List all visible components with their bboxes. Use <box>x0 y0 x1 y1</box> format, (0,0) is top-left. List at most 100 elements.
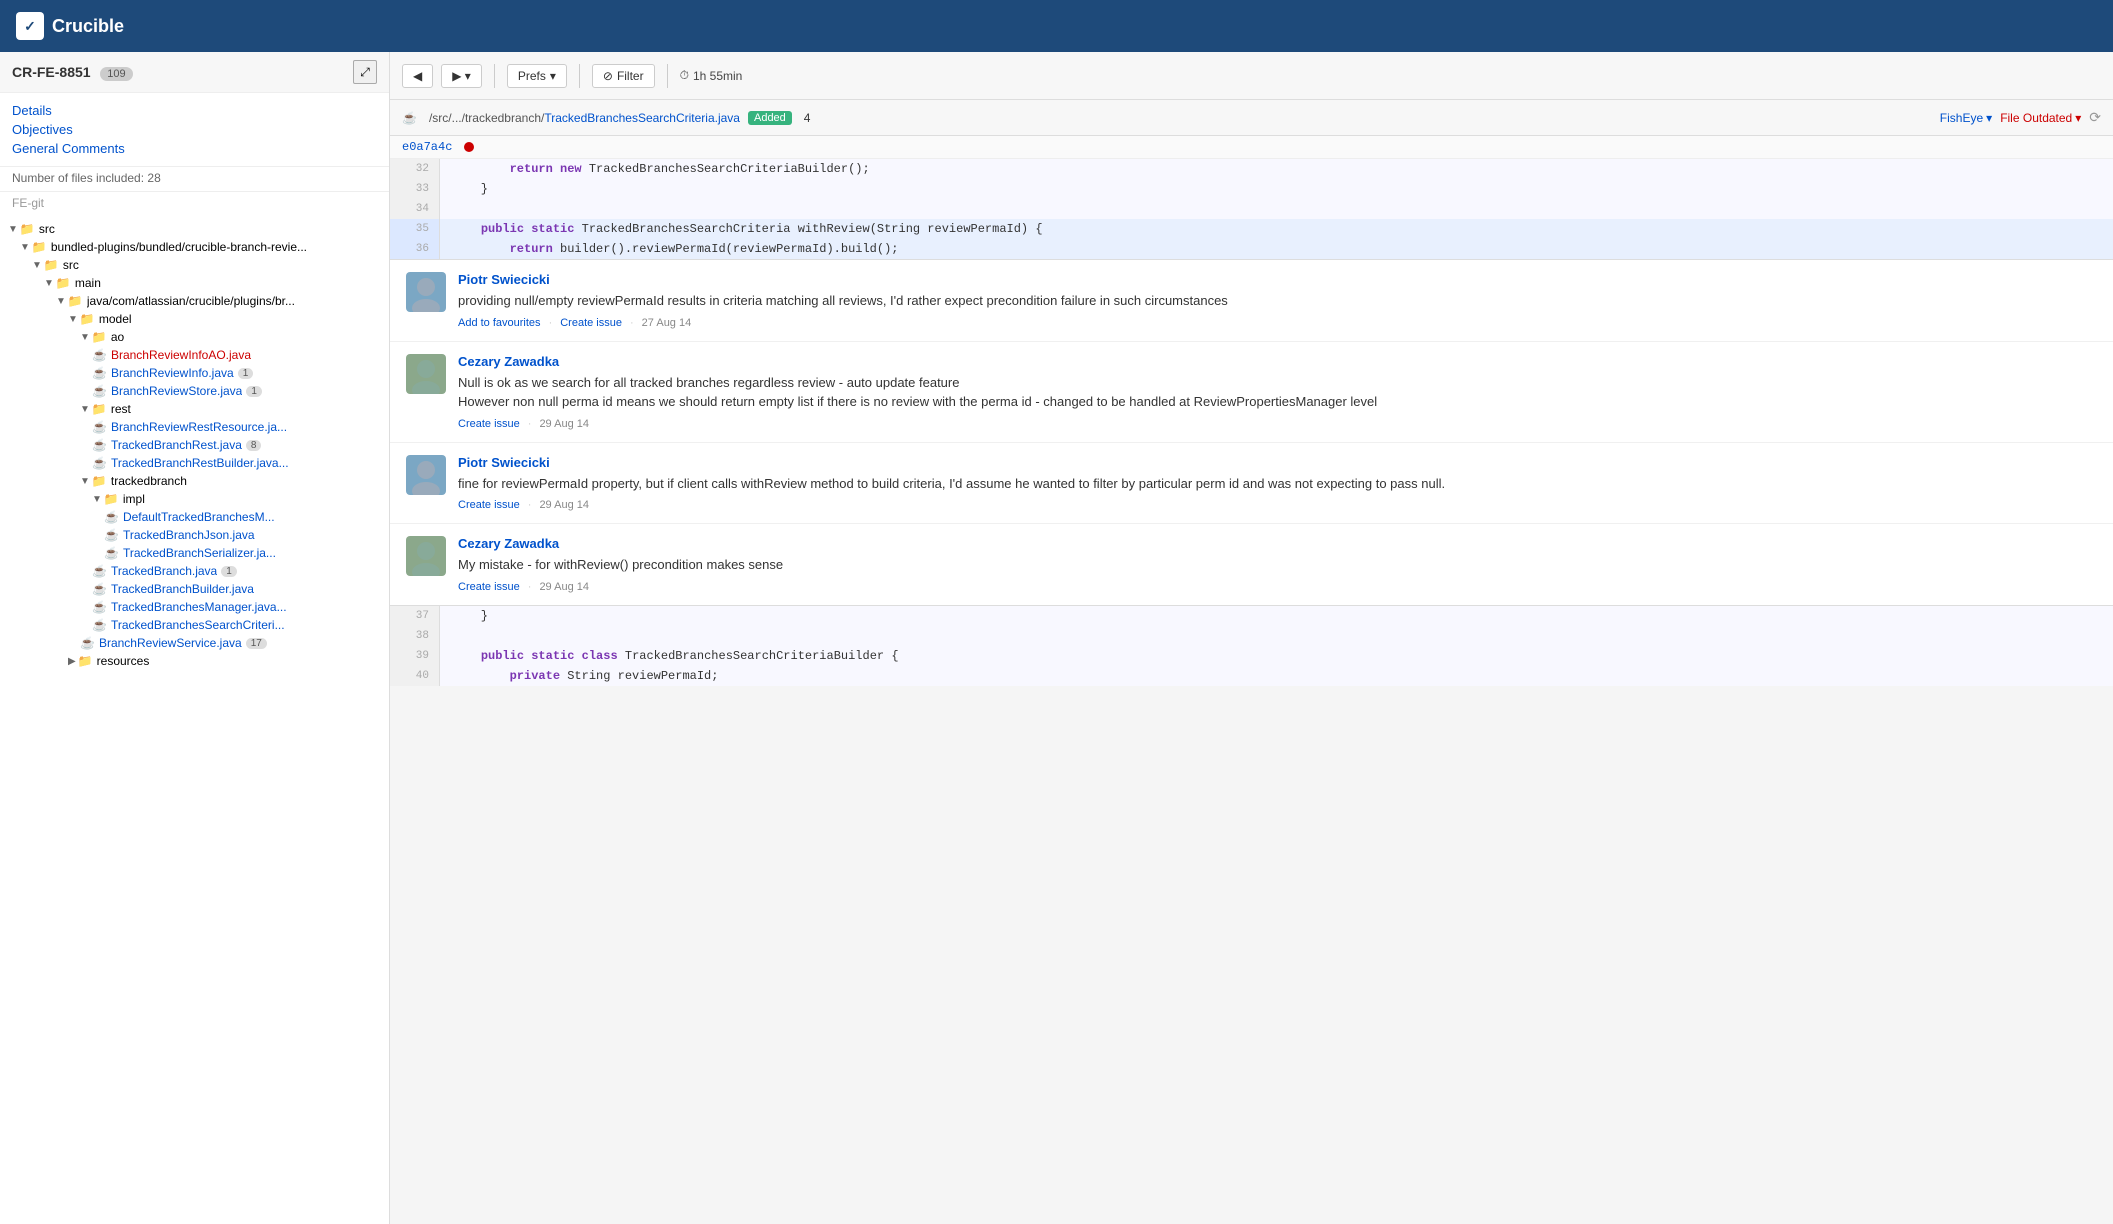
top-code-container: e0a7a4c 32 return new TrackedBranchesSea… <box>390 136 2113 259</box>
line-content: private String reviewPermaId; <box>440 666 2113 686</box>
line-content: return new TrackedBranchesSearchCriteria… <box>440 159 2113 179</box>
tree-item-trackedbranchrest[interactable]: ☕ TrackedBranchRest.java 8 <box>0 436 389 454</box>
next-dropdown-button[interactable]: ▶ ▾ <box>441 64 482 88</box>
folder-icon: 📁 <box>32 240 47 254</box>
prev-button[interactable]: ◀ <box>402 64 433 88</box>
file-tree: ▼ 📁 src ▼ 📁 bundled-plugins/bundled/cruc… <box>0 214 389 1224</box>
tree-item-branchreviewrest[interactable]: ☕ BranchReviewRestResource.ja... <box>0 418 389 436</box>
commit-hash-row: e0a7a4c <box>390 136 2113 159</box>
tree-label: main <box>75 276 101 290</box>
cr-badge: 109 <box>100 67 132 81</box>
comment-count: 4 <box>804 111 811 125</box>
tree-item-trackedbranch[interactable]: ☕ TrackedBranch.java 1 <box>0 562 389 580</box>
top-nav: ✓ Crucible <box>0 0 2113 52</box>
content-area: ◀ ▶ ▾ Prefs ▾ ⊘ Filter ⏱ 1h 55min ☕ <box>390 52 2113 1224</box>
tree-item-trackedbranchessearchcriteria[interactable]: ☕ TrackedBranchesSearchCriteri... <box>0 616 389 634</box>
nav-details[interactable]: Details <box>12 101 377 120</box>
file-outdated-button[interactable]: File Outdated ▾ <box>2000 111 2081 125</box>
create-issue-link-4[interactable]: Create issue <box>458 581 520 593</box>
tree-item-impl[interactable]: ▼ 📁 impl <box>0 490 389 508</box>
tree-item-main[interactable]: ▼ 📁 main <box>0 274 389 292</box>
folder-icon: 📁 <box>92 474 107 488</box>
comment-item-1: Piotr Swiecicki providing null/empty rev… <box>390 260 2113 342</box>
added-badge: Added <box>748 111 792 125</box>
tree-item-trackedbranchrestbuilder[interactable]: ☕ TrackedBranchRestBuilder.java... <box>0 454 389 472</box>
line-content <box>440 626 2113 646</box>
code-line-36: 36 return builder().reviewPermaId(review… <box>390 239 2113 259</box>
filter-button[interactable]: ⊘ Filter <box>592 64 655 88</box>
tree-label: TrackedBranchBuilder.java <box>111 582 254 596</box>
code-line-39: 39 public static class TrackedBranchesSe… <box>390 646 2113 666</box>
folder-icon: 📁 <box>78 654 93 668</box>
comment-date-1: 27 Aug 14 <box>642 317 692 329</box>
comment-date-3: 29 Aug 14 <box>539 499 589 511</box>
create-issue-link-3[interactable]: Create issue <box>458 499 520 511</box>
tree-item-branchreviewstore[interactable]: ☕ BranchReviewStore.java 1 <box>0 382 389 400</box>
expand-icon: ▼ <box>56 296 66 307</box>
tree-item-trackedbranchbuilder[interactable]: ☕ TrackedBranchBuilder.java <box>0 580 389 598</box>
folder-icon: 📁 <box>104 492 119 506</box>
line-number: 33 <box>390 179 440 199</box>
sidebar: CR-FE-8851 109 ⤢ Details Objectives Gene… <box>0 52 390 1224</box>
filter-icon: ⊘ <box>603 69 613 83</box>
tree-item-java-pkg[interactable]: ▼ 📁 java/com/atlassian/crucible/plugins/… <box>0 292 389 310</box>
line-number: 39 <box>390 646 440 666</box>
line-content: } <box>440 606 2113 626</box>
prefs-dropdown-icon: ▾ <box>550 69 556 83</box>
tree-item-branchreviewinfo[interactable]: ☕ BranchReviewInfo.java 1 <box>0 364 389 382</box>
comment-author-2[interactable]: Cezary Zawadka <box>458 354 2097 369</box>
create-issue-link-1[interactable]: Create issue <box>560 317 622 329</box>
comment-author-1[interactable]: Piotr Swiecicki <box>458 272 2097 287</box>
java-file-icon: ☕ <box>104 546 119 560</box>
nav-objectives[interactable]: Objectives <box>12 120 377 139</box>
tree-item-src2[interactable]: ▼ 📁 src <box>0 256 389 274</box>
expand-icon: ▼ <box>20 242 30 253</box>
app-logo: ✓ Crucible <box>16 12 124 40</box>
tree-item-ao[interactable]: ▼ 📁 ao <box>0 328 389 346</box>
folder-icon: 📁 <box>92 402 107 416</box>
comment-author-4[interactable]: Cezary Zawadka <box>458 536 2097 551</box>
tree-item-branchreviewinfao[interactable]: ☕ BranchReviewInfoAO.java <box>0 346 389 364</box>
tree-item-trackedbranchserializer[interactable]: ☕ TrackedBranchSerializer.ja... <box>0 544 389 562</box>
java-file-icon: ☕ <box>104 510 119 524</box>
comment-body-2: Cezary Zawadka Null is ok as we search f… <box>458 354 2097 430</box>
tree-item-trackedbranchjson[interactable]: ☕ TrackedBranchJson.java <box>0 526 389 544</box>
code-line-40: 40 private String reviewPermaId; <box>390 666 2113 686</box>
fisheye-button[interactable]: FishEye ▾ <box>1940 111 1992 125</box>
prefs-label: Prefs <box>518 69 546 83</box>
comment-author-3[interactable]: Piotr Swiecicki <box>458 455 2097 470</box>
tree-item-bundled[interactable]: ▼ 📁 bundled-plugins/bundled/crucible-bra… <box>0 238 389 256</box>
bottom-code-container: 37 } 38 39 public static class TrackedBr… <box>390 606 2113 686</box>
filter-label: Filter <box>617 69 644 83</box>
code-line-37: 37 } <box>390 606 2113 626</box>
tree-item-src[interactable]: ▼ 📁 src <box>0 220 389 238</box>
tree-badge: 8 <box>246 440 262 451</box>
tree-item-model[interactable]: ▼ 📁 model <box>0 310 389 328</box>
sync-icon[interactable]: ⟳ <box>2089 109 2101 126</box>
tree-item-rest[interactable]: ▼ 📁 rest <box>0 400 389 418</box>
folder-icon: 📁 <box>68 294 83 308</box>
toolbar-separator3 <box>667 64 668 88</box>
tree-label: BranchReviewInfoAO.java <box>111 348 251 362</box>
java-file-icon: ☕ <box>104 528 119 542</box>
tree-label: ao <box>111 330 124 344</box>
comment-text-4: My mistake - for withReview() preconditi… <box>458 555 2097 575</box>
expand-button[interactable]: ⤢ <box>353 60 377 84</box>
tree-item-resources[interactable]: ▶ 📁 resources <box>0 652 389 670</box>
folder-icon: 📁 <box>80 312 95 326</box>
tree-item-defaulttrackedbranches[interactable]: ☕ DefaultTrackedBranchesM... <box>0 508 389 526</box>
comment-meta-1: Add to favourites · Create issue · 27 Au… <box>458 317 2097 329</box>
create-issue-link-2[interactable]: Create issue <box>458 418 520 430</box>
tree-item-trackedbranch-folder[interactable]: ▼ 📁 trackedbranch <box>0 472 389 490</box>
nav-general-comments[interactable]: General Comments <box>12 139 377 158</box>
app-name: Crucible <box>52 16 124 37</box>
java-file-icon: ☕ <box>92 618 107 632</box>
tree-label: model <box>99 312 132 326</box>
commit-hash-value[interactable]: e0a7a4c <box>402 140 452 154</box>
prefs-button[interactable]: Prefs ▾ <box>507 64 567 88</box>
main-scroll: ☕ /src/.../trackedbranch/TrackedBranches… <box>390 100 2113 1224</box>
tree-item-trackedbranchesmanager[interactable]: ☕ TrackedBranchesManager.java... <box>0 598 389 616</box>
add-to-favourites-link[interactable]: Add to favourites <box>458 317 541 329</box>
expand-icon: ▼ <box>80 332 90 343</box>
tree-item-branchreviewservice[interactable]: ☕ BranchReviewService.java 17 <box>0 634 389 652</box>
